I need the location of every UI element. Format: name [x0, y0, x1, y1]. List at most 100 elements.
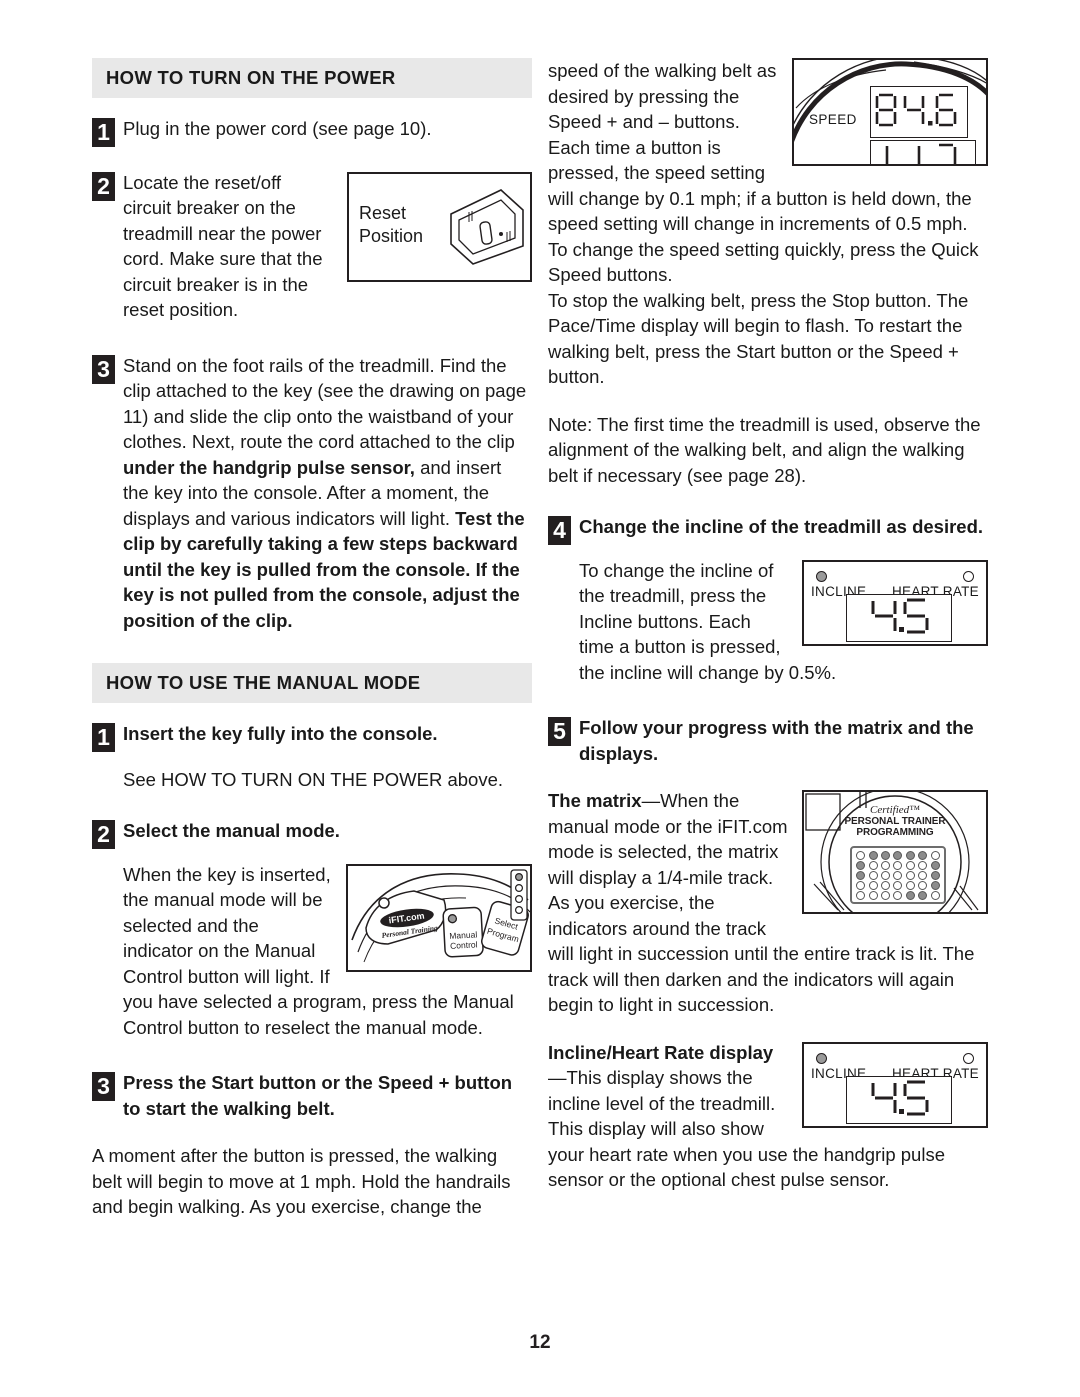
- matrix-dot: [881, 861, 891, 870]
- matrix-dot: [930, 861, 940, 870]
- matrix-dot: [881, 881, 891, 890]
- matrix-dot: [868, 871, 878, 880]
- step-number: 3: [92, 1072, 115, 1101]
- step-number: 1: [92, 723, 115, 752]
- right-para-3: Note: The first time the treadmill is us…: [548, 413, 981, 486]
- matrix-dot: [918, 871, 928, 880]
- console-illustration: iFIT.com Personal Training Manual Contro…: [351, 868, 530, 962]
- step-number: 5: [548, 717, 571, 746]
- matrix-dot: [905, 851, 915, 860]
- step-text: Stand on the foot rails of the treadmill…: [123, 353, 532, 634]
- matrix-dot: [868, 861, 878, 870]
- matrix-dot: [930, 851, 940, 860]
- left-column: HOW TO TURN ON THE POWER 1 Plug in the p…: [92, 58, 532, 1220]
- step3-bold1: under the handgrip pulse sensor,: [123, 456, 415, 478]
- speed-seven-segment-digits: [875, 93, 957, 127]
- matrix-dot: [918, 881, 928, 890]
- step-text: Locate the reset/off circuit breaker on …: [123, 171, 323, 321]
- matrix-dot: [893, 861, 903, 870]
- certified-personal-trainer-label: Certified™ PERSONAL TRAINER PROGRAMMING: [804, 804, 986, 838]
- page-number: 12: [529, 1332, 551, 1353]
- step-1-manual: 1 Insert the key fully into the console.: [92, 721, 532, 752]
- matrix-dot: [893, 851, 903, 860]
- matrix-dot: [905, 861, 915, 870]
- speed-display-figure: SPEED: [792, 58, 988, 166]
- incline-indicator-dot: [816, 1052, 827, 1064]
- step-title: Press the Start button or the Speed + bu…: [123, 1072, 513, 1119]
- matrix-dot: [918, 851, 928, 860]
- incline-value-display: [846, 1075, 952, 1124]
- matrix-figure: Certified™ PERSONAL TRAINER PROGRAMMING: [802, 790, 988, 914]
- incline-indicator-dot: [816, 570, 827, 582]
- step-4-incline: 4 Change the incline of the treadmill as…: [548, 514, 988, 545]
- matrix-dot: [930, 881, 940, 890]
- speed-secondary-display: [870, 140, 976, 164]
- personal-trainer-text: PERSONAL TRAINER: [844, 816, 946, 827]
- step-3-manual-body: A moment after the button is pressed, th…: [92, 1145, 511, 1217]
- incline-heart-rate-figure-top: INCLINE HEART RATE: [802, 559, 988, 646]
- step-3-power: 3 Stand on the foot rails of the treadmi…: [92, 353, 532, 634]
- matrix-dot: [918, 861, 928, 870]
- progress-matrix-grid: [850, 846, 946, 904]
- matrix-bold-label: The matrix: [548, 790, 642, 811]
- step-text: Plug in the power cord (see page 10).: [123, 118, 432, 139]
- step-title: Change the incline of the treadmill as d…: [579, 516, 984, 537]
- reset-position-label: Reset Position: [359, 202, 424, 246]
- right-para-2: To stop the walking belt, press the Stop…: [548, 289, 969, 388]
- matrix-dot: [893, 891, 903, 900]
- console-manual-control-line2: Control: [450, 939, 478, 950]
- step-number: 2: [92, 820, 115, 849]
- step-1-power: 1 Plug in the power cord (see page 10).: [92, 116, 532, 147]
- reset-position-figure: Reset Position: [347, 171, 532, 282]
- certified-text: Certified™: [870, 804, 920, 816]
- incline-seven-segment-digits: [871, 1080, 929, 1115]
- incline-bold-label: Incline/Heart Rate display: [548, 1041, 774, 1063]
- matrix-dot: [905, 881, 915, 890]
- console-figure: iFIT.com Personal Training Manual Contro…: [346, 863, 532, 972]
- step-1-manual-body: See HOW TO TURN ON THE POWER above.: [123, 768, 504, 790]
- incline-value-display: [846, 593, 952, 642]
- speed-primary-display: [870, 86, 968, 138]
- step-number: 2: [92, 171, 115, 201]
- manual-page: HOW TO TURN ON THE POWER 1 Plug in the p…: [0, 0, 1080, 1397]
- step-5-progress: 5 Follow your progress with the matrix a…: [548, 715, 988, 766]
- matrix-dot: [893, 881, 903, 890]
- matrix-dot: [918, 891, 928, 900]
- heart-rate-indicator-dot: [963, 570, 974, 582]
- step-title: Select the manual mode.: [123, 820, 340, 841]
- matrix-dot: [930, 891, 940, 900]
- matrix-dot: [856, 871, 866, 880]
- matrix-dot: [856, 861, 866, 870]
- matrix-dot: [905, 871, 915, 880]
- step-title: Insert the key fully into the console.: [123, 723, 438, 744]
- step-title: Follow your progress with the matrix and…: [579, 717, 974, 764]
- speed-label: SPEED: [809, 112, 857, 127]
- step-2-manual: 2 Select the manual mode.: [92, 818, 532, 849]
- speed-secondary-digits: [885, 143, 957, 164]
- step-2-power: 2 Reset Position Locate the reset/off ci…: [92, 170, 532, 323]
- incline-heart-rate-figure-bottom: INCLINE HEART RATE: [802, 1041, 988, 1128]
- incline-seven-segment-digits: [871, 598, 929, 633]
- matrix-dot: [856, 881, 866, 890]
- step-3-manual: 3 Press the Start button or the Speed + …: [92, 1070, 532, 1121]
- circuit-breaker-illustration: [450, 188, 524, 265]
- heart-rate-indicator-dot: [963, 1052, 974, 1064]
- step-number: 4: [548, 516, 571, 545]
- matrix-dot: [856, 891, 866, 900]
- matrix-dot: [868, 851, 878, 860]
- matrix-dot: [881, 891, 891, 900]
- matrix-dot: [905, 891, 915, 900]
- matrix-dot: [893, 871, 903, 880]
- matrix-dot: [868, 881, 878, 890]
- step-number: 1: [92, 118, 115, 147]
- matrix-dot: [856, 851, 866, 860]
- matrix-dot: [881, 851, 891, 860]
- step-number: 3: [92, 354, 115, 384]
- section-heading-how-to-turn-on-the-power: HOW TO TURN ON THE POWER: [92, 58, 532, 98]
- section-heading-how-to-use-the-manual-mode: HOW TO USE THE MANUAL MODE: [92, 663, 532, 703]
- right-column: SPEED speed of the walking belt as desir…: [548, 58, 988, 1193]
- matrix-dot: [881, 871, 891, 880]
- step3-part1: Stand on the foot rails of the treadmill…: [123, 354, 527, 453]
- matrix-dot: [868, 891, 878, 900]
- matrix-dot: [930, 871, 940, 880]
